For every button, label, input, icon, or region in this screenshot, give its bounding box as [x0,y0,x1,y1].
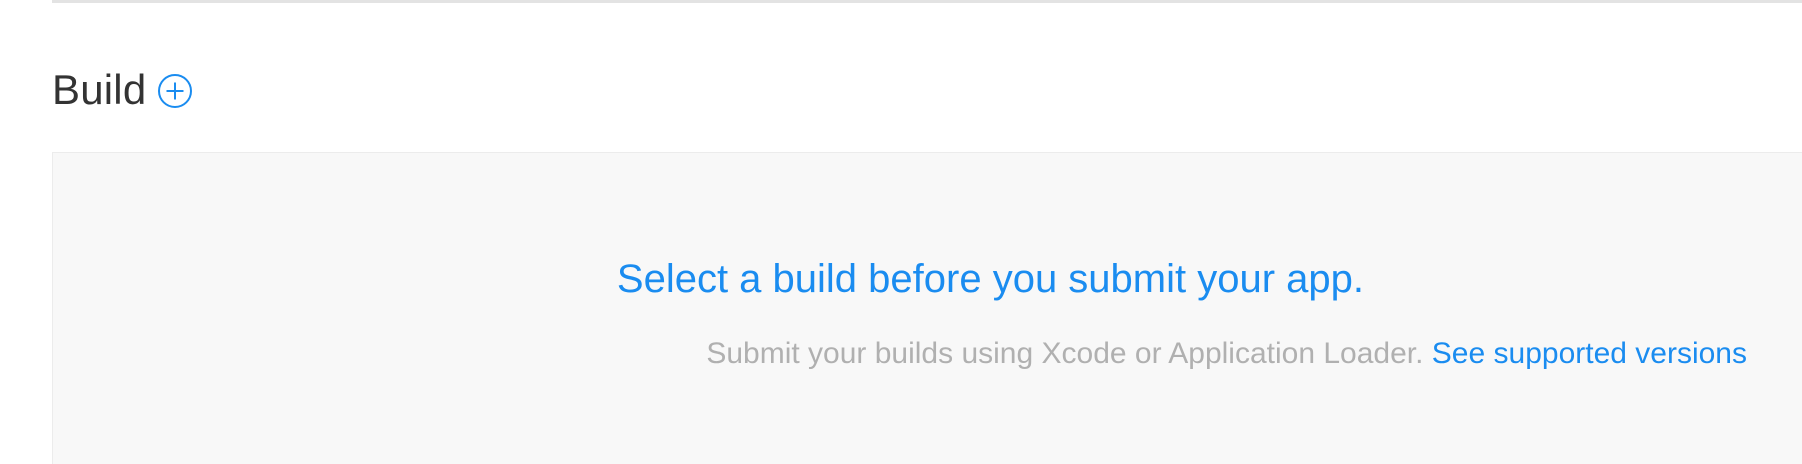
build-section: Build Select a build before you submit y… [0,0,1802,464]
add-build-button[interactable] [156,72,194,110]
section-divider [52,0,1802,3]
build-empty-panel: Select a build before you submit your ap… [52,152,1802,464]
see-supported-versions-link[interactable]: See supported versions [1432,337,1747,370]
empty-state-title: Select a build before you submit your ap… [616,257,1364,301]
plus-circle-icon [158,74,193,108]
build-header: Build [52,62,194,118]
empty-state-subtext-line: Submit your builds using Xcode or Applic… [53,336,1747,372]
empty-state-subtext: Submit your builds using Xcode or Applic… [706,337,1424,370]
section-title: Build [52,66,147,113]
